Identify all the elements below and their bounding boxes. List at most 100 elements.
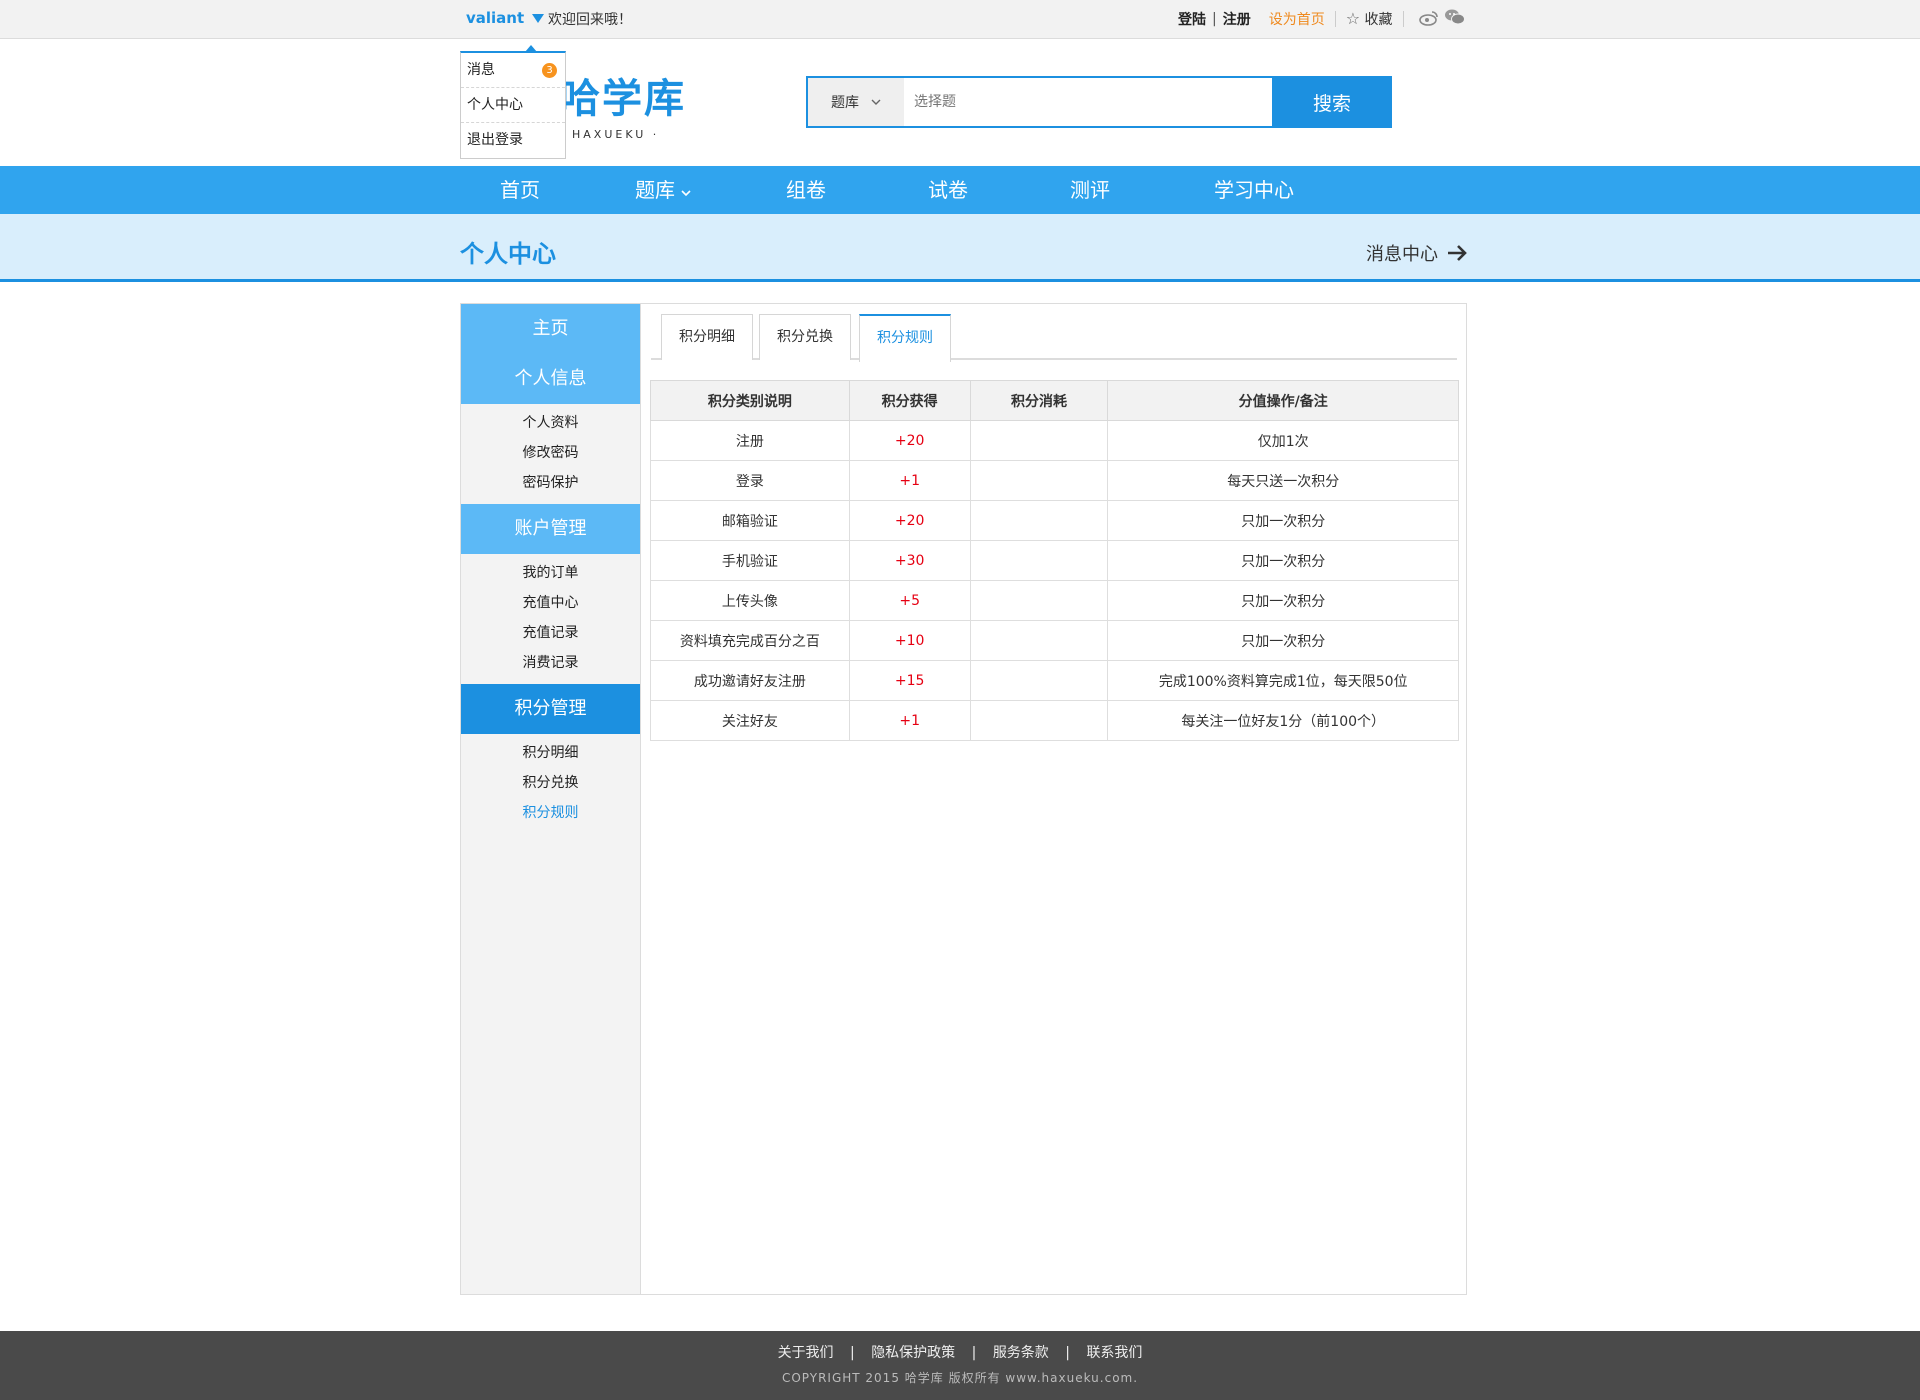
wechat-icon[interactable] xyxy=(1444,8,1466,26)
sidebar-item-points-rules[interactable]: 积分规则 xyxy=(461,798,640,828)
user-menu-toggle[interactable]: valiant xyxy=(466,9,545,27)
table-cell: 登录 xyxy=(650,460,850,501)
sidebar-item-points-exchange[interactable]: 积分兑换 xyxy=(461,768,640,798)
table-row: 邮箱验证 +20 只加一次积分 xyxy=(650,500,1459,541)
message-center-link[interactable]: 消息中心 xyxy=(1366,240,1468,266)
search-button[interactable]: 搜索 xyxy=(1272,76,1392,128)
dropdown-item-label: 个人中心 xyxy=(467,97,523,113)
username[interactable]: valiant xyxy=(466,9,524,27)
register-link[interactable]: 注册 xyxy=(1223,9,1251,29)
sidebar-item-orders[interactable]: 我的订单 xyxy=(461,558,640,588)
sidebar-item-password-protection[interactable]: 密码保护 xyxy=(461,468,640,498)
column-header: 积分类别说明 xyxy=(650,380,850,421)
table-row: 成功邀请好友注册 +15 完成100%资料算完成1位，每天限50位 xyxy=(650,660,1459,701)
sidebar-item-spending-records[interactable]: 消费记录 xyxy=(461,648,640,678)
sidebar-item-recharge-records[interactable]: 充值记录 xyxy=(461,618,640,648)
footer-link-about[interactable]: 关于我们 xyxy=(778,1345,834,1361)
main-panel: 积分明细 积分兑换 积分规则 积分类别说明 积分获得 积分消耗 分值操作/备注 … xyxy=(641,304,1467,1294)
table-row: 登录 +1 每天只送一次积分 xyxy=(650,460,1459,501)
table-cell: 每关注一位好友1分（前100个） xyxy=(1107,700,1459,741)
search-type-select[interactable]: 题库 xyxy=(808,78,904,126)
site-logo[interactable]: 哈学库 HAXUEKU · xyxy=(560,76,690,146)
dropdown-item-label: 消息 xyxy=(467,62,495,78)
sidebar-item-recharge-center[interactable]: 充值中心 xyxy=(461,588,640,618)
nav-item-home[interactable]: 首页 xyxy=(500,166,540,214)
sidebar-item-points-detail[interactable]: 积分明细 xyxy=(461,738,640,768)
nav-item-learning-center[interactable]: 学习中心 xyxy=(1214,166,1294,214)
table-header-row: 积分类别说明 积分获得 积分消耗 分值操作/备注 xyxy=(650,380,1459,421)
sidebar-group-points[interactable]: 积分管理 xyxy=(461,684,640,734)
table-row: 手机验证 +30 只加一次积分 xyxy=(650,540,1459,581)
sidebar-group-personal-info[interactable]: 个人信息 xyxy=(461,354,640,404)
footer-link-privacy[interactable]: 隐私保护政策 xyxy=(871,1345,955,1361)
sidebar-item-change-password[interactable]: 修改密码 xyxy=(461,438,640,468)
table-cell xyxy=(969,540,1109,581)
top-bar: valiant 欢迎回来哦！ 登陆 | 注册 设为首页 ☆ 收藏 xyxy=(0,0,1920,39)
tab-points-exchange[interactable]: 积分兑换 xyxy=(759,314,851,360)
favorite-link[interactable]: ☆ 收藏 xyxy=(1346,9,1393,29)
table-cell: 只加一次积分 xyxy=(1107,500,1459,541)
sidebar-group-account[interactable]: 账户管理 xyxy=(461,504,640,554)
weibo-icon[interactable] xyxy=(1418,9,1440,27)
logo-subtitle: HAXUEKU · xyxy=(572,128,660,141)
points-rules-table: 积分类别说明 积分获得 积分消耗 分值操作/备注 注册 +20 仅加1次 登录 +1 每天… xyxy=(650,380,1459,741)
table-cell xyxy=(969,620,1109,661)
footer-divider: | xyxy=(1065,1345,1070,1361)
dropdown-item-label: 退出登录 xyxy=(467,132,523,148)
table-cell: +30 xyxy=(848,540,971,581)
table-cell: 手机验证 xyxy=(650,540,850,581)
table-cell: +20 xyxy=(848,500,971,541)
table-cell: 邮箱验证 xyxy=(650,500,850,541)
page-title-band: 个人中心 消息中心 xyxy=(0,214,1920,282)
favorite-label: 收藏 xyxy=(1364,12,1393,28)
set-home-link[interactable]: 设为首页 xyxy=(1269,9,1325,29)
search-type-label: 题库 xyxy=(831,95,859,111)
table-cell xyxy=(969,580,1109,621)
dropdown-item-personal-center[interactable]: 个人中心 xyxy=(461,88,565,123)
nav-item-compose[interactable]: 组卷 xyxy=(786,166,826,214)
sidebar-item-profile[interactable]: 个人资料 xyxy=(461,408,640,438)
nav-item-question-bank[interactable]: 题库 xyxy=(635,166,691,214)
table-cell: 资料填充完成百分之百 xyxy=(650,620,850,661)
table-row: 上传头像 +5 只加一次积分 xyxy=(650,580,1459,621)
tab-points-rules[interactable]: 积分规则 xyxy=(859,314,951,362)
nav-item-papers[interactable]: 试卷 xyxy=(928,166,968,214)
logo-text: 哈学库 xyxy=(560,76,686,122)
column-header: 分值操作/备注 xyxy=(1107,380,1459,421)
search-input[interactable] xyxy=(904,78,1272,126)
table-cell: +1 xyxy=(848,700,971,741)
chevron-down-icon xyxy=(871,99,881,105)
tab-points-detail[interactable]: 积分明细 xyxy=(661,314,753,360)
table-cell: +5 xyxy=(848,580,971,621)
table-cell xyxy=(969,660,1109,701)
footer-link-contact[interactable]: 联系我们 xyxy=(1086,1345,1142,1361)
dropdown-item-logout[interactable]: 退出登录 xyxy=(461,123,565,158)
column-header: 积分消耗 xyxy=(969,380,1109,421)
caret-down-icon[interactable] xyxy=(532,13,545,23)
table-cell: 只加一次积分 xyxy=(1107,580,1459,621)
tab-bar: 积分明细 积分兑换 积分规则 xyxy=(651,312,1457,362)
divider xyxy=(1334,11,1336,27)
table-cell: 成功邀请好友注册 xyxy=(650,660,850,701)
table-cell: 只加一次积分 xyxy=(1107,620,1459,661)
table-cell: 关注好友 xyxy=(650,700,850,741)
nav-item-label: 题库 xyxy=(635,178,675,202)
table-cell: 上传头像 xyxy=(650,580,850,621)
table-cell xyxy=(969,500,1109,541)
table-cell xyxy=(969,420,1109,461)
footer-divider: | xyxy=(971,1345,977,1361)
table-cell: 仅加1次 xyxy=(1107,420,1459,461)
arrow-right-icon xyxy=(1448,245,1467,261)
nav-item-assessment[interactable]: 测评 xyxy=(1070,166,1110,214)
login-link[interactable]: 登陆 xyxy=(1178,9,1206,29)
dropdown-item-messages[interactable]: 消息 3 xyxy=(461,53,565,88)
sidebar-item-home[interactable]: 主页 xyxy=(461,304,640,354)
message-center-label: 消息中心 xyxy=(1366,244,1438,265)
table-cell: +10 xyxy=(848,620,971,661)
copyright-text: COPYRIGHT 2015 哈学库 版权所有 www.haxueku.com. xyxy=(781,1371,1139,1385)
table-cell: +1 xyxy=(848,460,971,501)
table-row: 资料填充完成百分之百 +10 只加一次积分 xyxy=(650,620,1459,661)
table-cell: 只加一次积分 xyxy=(1107,540,1459,581)
sidebar: 主页 个人信息 个人资料 修改密码 密码保护 账户管理 我的订单 充值中心 充值… xyxy=(461,304,641,1294)
footer-link-terms[interactable]: 服务条款 xyxy=(993,1345,1049,1361)
